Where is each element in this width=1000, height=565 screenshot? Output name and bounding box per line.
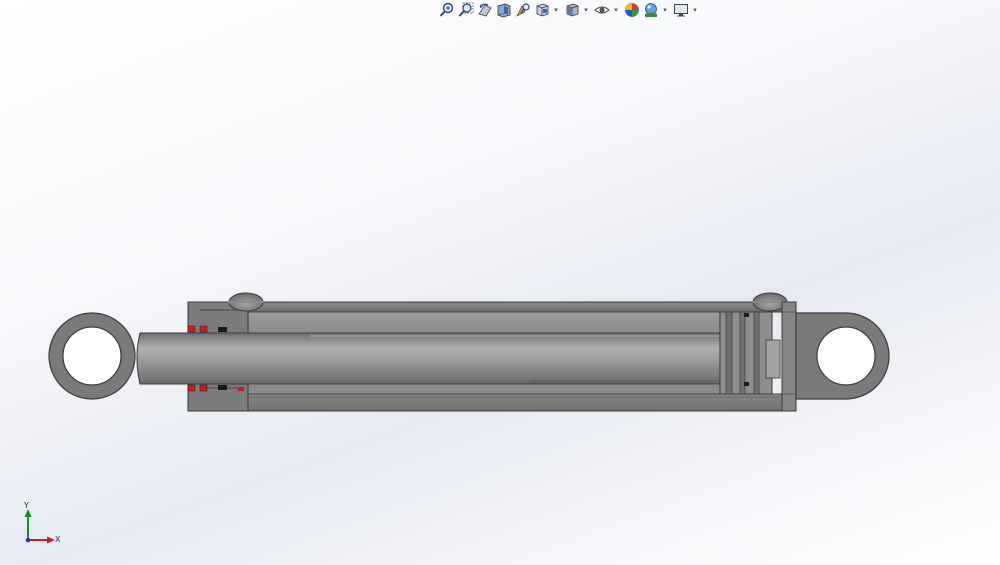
piston[interactable] (719, 311, 781, 395)
clevis-eye[interactable] (795, 312, 890, 400)
piston-seal (744, 382, 749, 386)
wiper-seal (218, 385, 227, 390)
rod-seal (199, 325, 208, 333)
hydraulic-cylinder-section-model[interactable] (0, 0, 1000, 565)
rod-eye[interactable] (48, 312, 136, 400)
graphics-area[interactable]: ▾ ▾ ▾ ▾ ▾ Y X (0, 0, 1000, 565)
triad-x-label: X (55, 535, 61, 544)
y-axis-arrow (24, 509, 32, 517)
rod-seal (187, 325, 196, 333)
wiper-seal (218, 327, 227, 332)
o-ring-seal (238, 387, 244, 391)
piston-rod[interactable] (136, 332, 729, 385)
rod-seal (199, 384, 208, 392)
piston-seal (744, 313, 749, 317)
triad-y-label: Y (24, 501, 29, 510)
rod-seal (187, 384, 196, 392)
triad-axes (24, 509, 55, 544)
x-axis-arrow (47, 536, 55, 544)
z-axis (25, 537, 31, 543)
reference-triad: Y X (14, 500, 74, 555)
end-cap[interactable] (781, 301, 797, 412)
